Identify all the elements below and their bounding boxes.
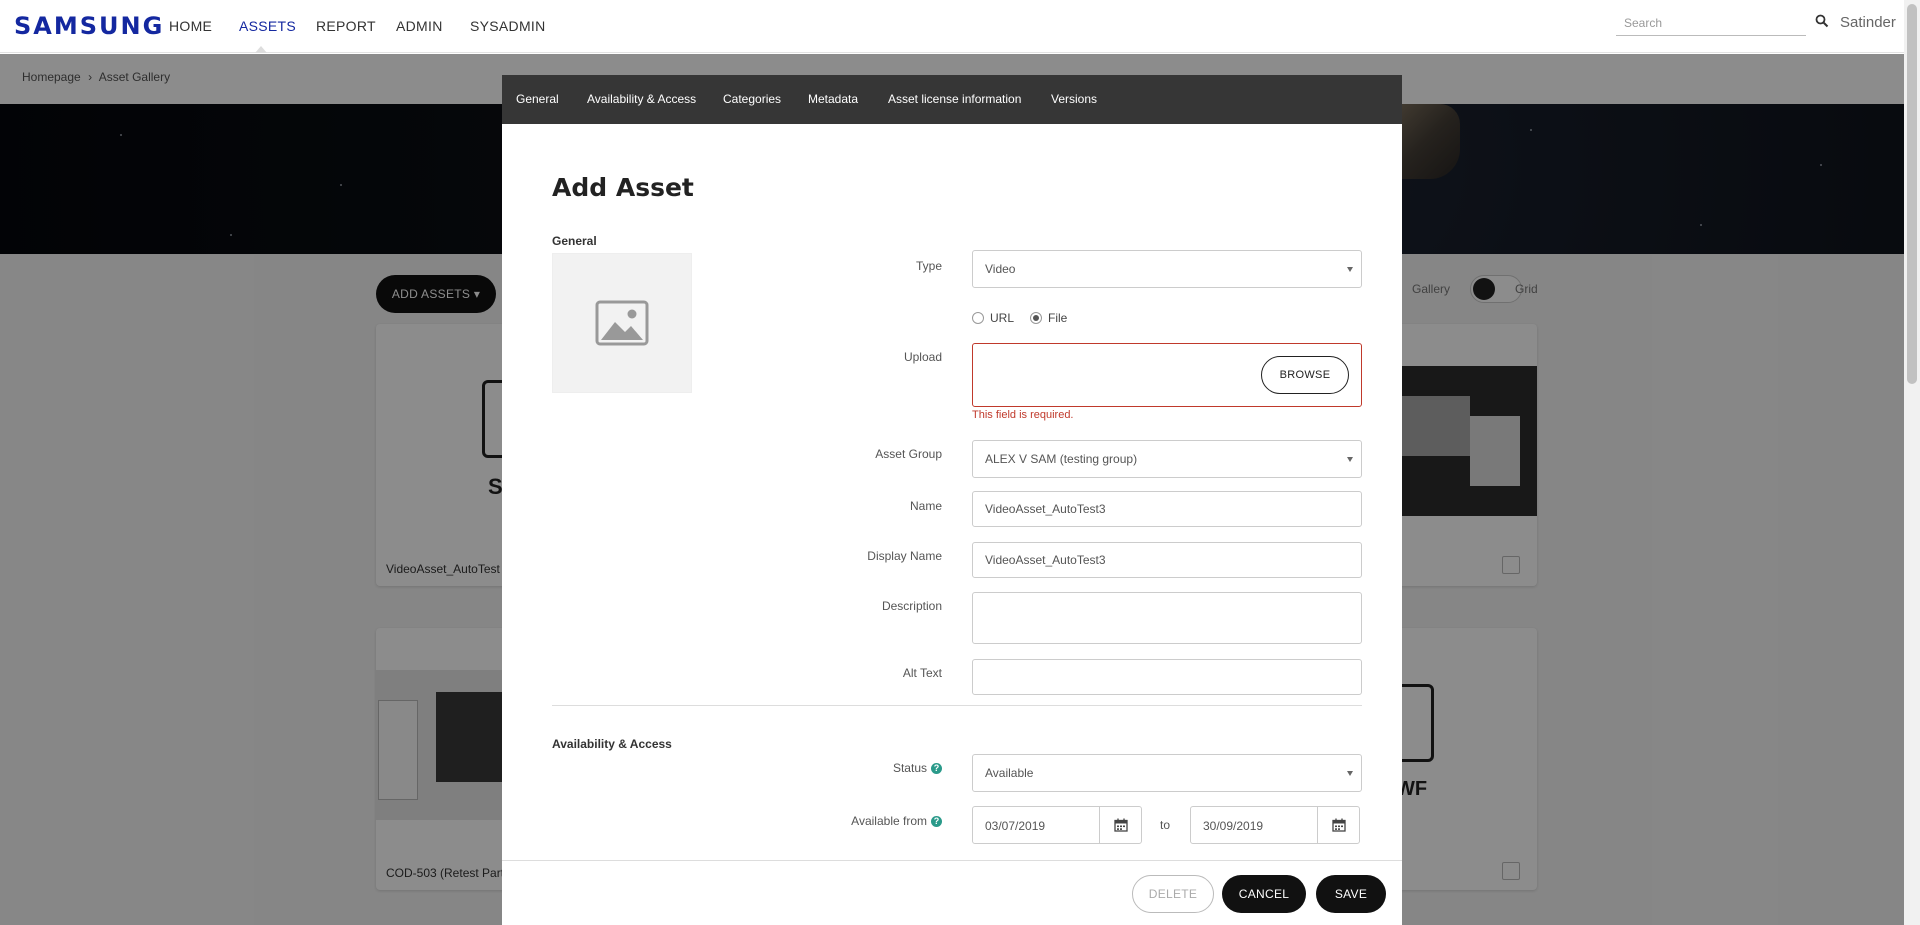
asset-group-value: ALEX V SAM (testing group) (985, 452, 1138, 466)
chevron-down-icon (1347, 771, 1353, 776)
date-range-to-label: to (1160, 818, 1171, 832)
save-button[interactable]: SAVE (1316, 875, 1386, 913)
type-select[interactable]: Video (972, 250, 1362, 288)
asset-group-select[interactable]: ALEX V SAM (testing group) (972, 440, 1362, 478)
upload-mode-radio-group: URL File (972, 311, 1067, 325)
available-from-label: Available from? (851, 814, 942, 828)
upload-field[interactable]: BROWSE (972, 343, 1362, 407)
active-nav-caret (255, 46, 267, 53)
status-value: Available (985, 766, 1034, 780)
file-radio-label[interactable]: File (1048, 311, 1067, 325)
asset-thumbnail-placeholder[interactable] (552, 253, 692, 393)
image-placeholder-icon (595, 300, 649, 346)
calendar-icon[interactable] (1099, 807, 1141, 843)
upload-error-message: This field is required. (972, 409, 1074, 421)
available-to-value: 30/09/2019 (1203, 819, 1264, 833)
tab-metadata[interactable]: Metadata (808, 92, 858, 106)
modal-tab-bar: General Availability & Access Categories… (502, 75, 1402, 124)
type-label: Type (915, 259, 942, 273)
available-from-value: 03/07/2019 (985, 819, 1046, 833)
name-input[interactable] (972, 491, 1362, 527)
status-label-text: Status (892, 761, 927, 775)
tab-availability-access[interactable]: Availability & Access (587, 92, 696, 106)
type-value: Video (985, 262, 1016, 276)
add-asset-modal: General Availability & Access Categories… (502, 75, 1402, 925)
modal-footer: DELETE CANCEL SAVE (502, 860, 1402, 925)
samsung-logo[interactable]: SAMSUNG (14, 12, 164, 40)
available-to-date[interactable]: 30/09/2019 (1190, 806, 1360, 844)
modal-title: Add Asset (552, 173, 694, 202)
browse-button[interactable]: BROWSE (1261, 356, 1349, 394)
status-label: Status? (893, 761, 942, 775)
url-radio-label[interactable]: URL (990, 311, 1014, 325)
calendar-icon[interactable] (1317, 807, 1359, 843)
tab-categories[interactable]: Categories (723, 92, 781, 106)
chevron-down-icon (1347, 267, 1353, 272)
asset-group-label: Asset Group (875, 447, 942, 461)
display-name-input[interactable] (972, 542, 1362, 578)
alt-text-input[interactable] (972, 659, 1362, 695)
tab-general[interactable]: General (516, 92, 559, 106)
help-icon[interactable]: ? (931, 816, 942, 827)
available-from-date[interactable]: 03/07/2019 (972, 806, 1142, 844)
nav-assets[interactable]: ASSETS (239, 18, 296, 34)
upload-label: Upload (903, 350, 942, 364)
file-radio[interactable] (1030, 312, 1043, 324)
nav-home[interactable]: HOME (169, 18, 212, 34)
search-box[interactable] (1616, 10, 1806, 36)
nav-sysadmin[interactable]: SYSADMIN (470, 18, 546, 34)
search-input[interactable] (1616, 10, 1806, 35)
delete-button[interactable]: DELETE (1132, 875, 1214, 913)
section-divider (552, 705, 1362, 706)
cancel-button[interactable]: CANCEL (1222, 875, 1306, 913)
available-from-label-text: Available from (851, 814, 927, 828)
nav-admin[interactable]: ADMIN (396, 18, 443, 34)
page-scrollbar[interactable] (1904, 0, 1920, 925)
tab-asset-license-information[interactable]: Asset license information (888, 92, 1021, 106)
general-section-label: General (552, 234, 597, 248)
user-name[interactable]: Satinder (1840, 14, 1896, 31)
help-icon[interactable]: ? (931, 763, 942, 774)
name-label: Name (909, 499, 942, 513)
search-icon[interactable] (1815, 14, 1829, 28)
nav-report[interactable]: REPORT (316, 18, 376, 34)
chevron-down-icon (1347, 457, 1353, 462)
availability-section-label: Availability & Access (552, 737, 672, 751)
url-radio[interactable] (972, 312, 984, 324)
status-select[interactable]: Available (972, 754, 1362, 792)
top-nav: SAMSUNG HOME ASSETS REPORT ADMIN SYSADMI… (0, 0, 1904, 53)
description-textarea[interactable] (972, 592, 1362, 644)
description-label: Description (881, 599, 942, 613)
display-name-label: Display Name (867, 549, 942, 563)
tab-versions[interactable]: Versions (1051, 92, 1097, 106)
alt-text-label: Alt Text (902, 666, 942, 680)
scrollbar-thumb[interactable] (1907, 4, 1917, 384)
